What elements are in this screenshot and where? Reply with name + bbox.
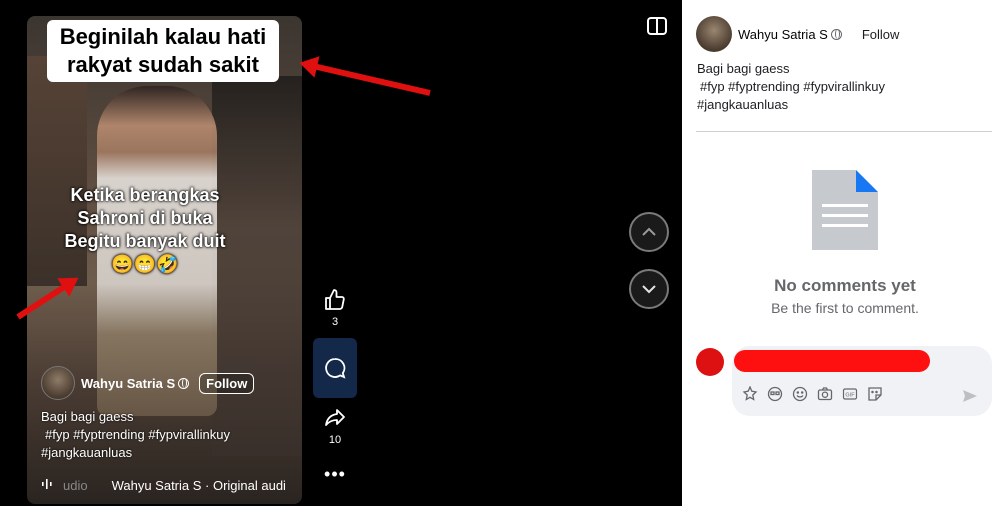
video-author-name-text: Wahyu Satria S	[81, 375, 176, 391]
annotation-arrow-top	[312, 63, 431, 96]
comment-tools: GIF	[742, 386, 883, 402]
audio-fade-text: udio	[63, 478, 88, 493]
panel-description: Bagi bagi gaess #fyp #fyptrending #fypvi…	[697, 60, 937, 114]
title-line-1: Beginilah kalau hati	[59, 24, 267, 49]
panel-hashtags-line-1[interactable]: #fyp #fyptrending #fypvirallinkuy	[697, 78, 937, 96]
commenter-avatar[interactable]	[696, 348, 724, 376]
video-hashtags-line-2[interactable]: #jangkauanluas	[41, 444, 291, 462]
divider	[696, 131, 992, 132]
panel-description-text: Bagi bagi gaess	[697, 61, 790, 76]
video-description: Bagi bagi gaess #fyp #fyptrending #fypvi…	[41, 408, 291, 462]
comment-input[interactable]	[734, 350, 930, 372]
title-line-2: rakyat sudah sakit	[67, 52, 259, 77]
caption-emoji: 😄😁🤣	[111, 254, 179, 274]
avatar-icon[interactable]	[767, 386, 783, 402]
avatar[interactable]	[41, 366, 75, 400]
video-hashtags-line-1[interactable]: #fyp #fyptrending #fypvirallinkuy	[41, 426, 291, 444]
video-author: Wahyu Satria S Follow	[41, 366, 255, 400]
chevron-up-icon	[642, 227, 656, 236]
video-stage: Beginilah kalau hati rakyat sudah sakit …	[0, 0, 682, 506]
comment-composer: GIF	[732, 346, 992, 416]
no-comments-title: No comments yet	[774, 276, 916, 295]
share-count: 10	[328, 434, 342, 446]
avatar[interactable]	[696, 16, 732, 52]
panel-follow-button[interactable]: Follow	[862, 27, 900, 42]
switch-layout-icon[interactable]	[647, 17, 667, 35]
chevron-down-icon	[642, 285, 656, 294]
caption-line-3: Begitu banyak duit	[64, 231, 226, 251]
gif-icon[interactable]: GIF	[842, 386, 858, 402]
more-icon[interactable]: •••	[324, 464, 346, 485]
svg-text:GIF: GIF	[845, 393, 855, 399]
caption-line-1: Ketika berangkas	[70, 185, 220, 205]
avatar-sticker-icon[interactable]	[742, 386, 758, 402]
video-follow-button[interactable]: Follow	[199, 372, 255, 394]
audio-waveform-icon	[41, 478, 53, 493]
no-comments-subtitle: Be the first to comment.	[771, 300, 919, 316]
video-title-overlay: Beginilah kalau hati rakyat sudah sakit	[47, 20, 279, 82]
video-author-name[interactable]: Wahyu Satria S	[81, 375, 190, 391]
document-icon	[812, 170, 878, 250]
caption-line-2: Sahroni di buka	[77, 208, 213, 228]
previous-video-button[interactable]	[629, 212, 669, 252]
globe-icon	[830, 28, 842, 40]
reel-actions: 3 10 •••	[312, 288, 358, 485]
share-button[interactable]: 10	[323, 406, 347, 446]
video-caption-overlay: Ketika berangkas Sahroni di buka Begitu …	[55, 184, 235, 276]
comment-button[interactable]	[313, 338, 357, 398]
camera-icon[interactable]	[817, 386, 833, 402]
comment-icon	[325, 358, 346, 379]
video-description-text: Bagi bagi gaess	[41, 409, 134, 424]
next-video-button[interactable]	[629, 269, 669, 309]
thumbs-up-icon	[325, 289, 345, 310]
reel-video[interactable]: Beginilah kalau hati rakyat sudah sakit …	[27, 16, 302, 504]
panel-author: Wahyu Satria S Follow	[696, 16, 899, 52]
panel-hashtags-line-2[interactable]: #jangkauanluas	[697, 96, 937, 114]
send-icon[interactable]	[962, 388, 978, 407]
audio-text: Wahyu Satria S · Original audi	[111, 478, 286, 493]
like-button[interactable]: 3	[323, 288, 347, 328]
share-icon	[325, 409, 345, 426]
sticker-icon[interactable]	[867, 386, 883, 402]
panel-author-name[interactable]: Wahyu Satria S	[738, 27, 842, 42]
panel-author-name-text: Wahyu Satria S	[738, 26, 828, 42]
globe-icon	[178, 377, 190, 389]
details-panel: Wahyu Satria S Follow Bagi bagi gaess #f…	[682, 0, 992, 506]
like-count: 3	[331, 316, 339, 328]
emoji-icon[interactable]	[792, 386, 808, 402]
video-audio[interactable]: udio Wahyu Satria S · Original audi	[41, 478, 286, 493]
